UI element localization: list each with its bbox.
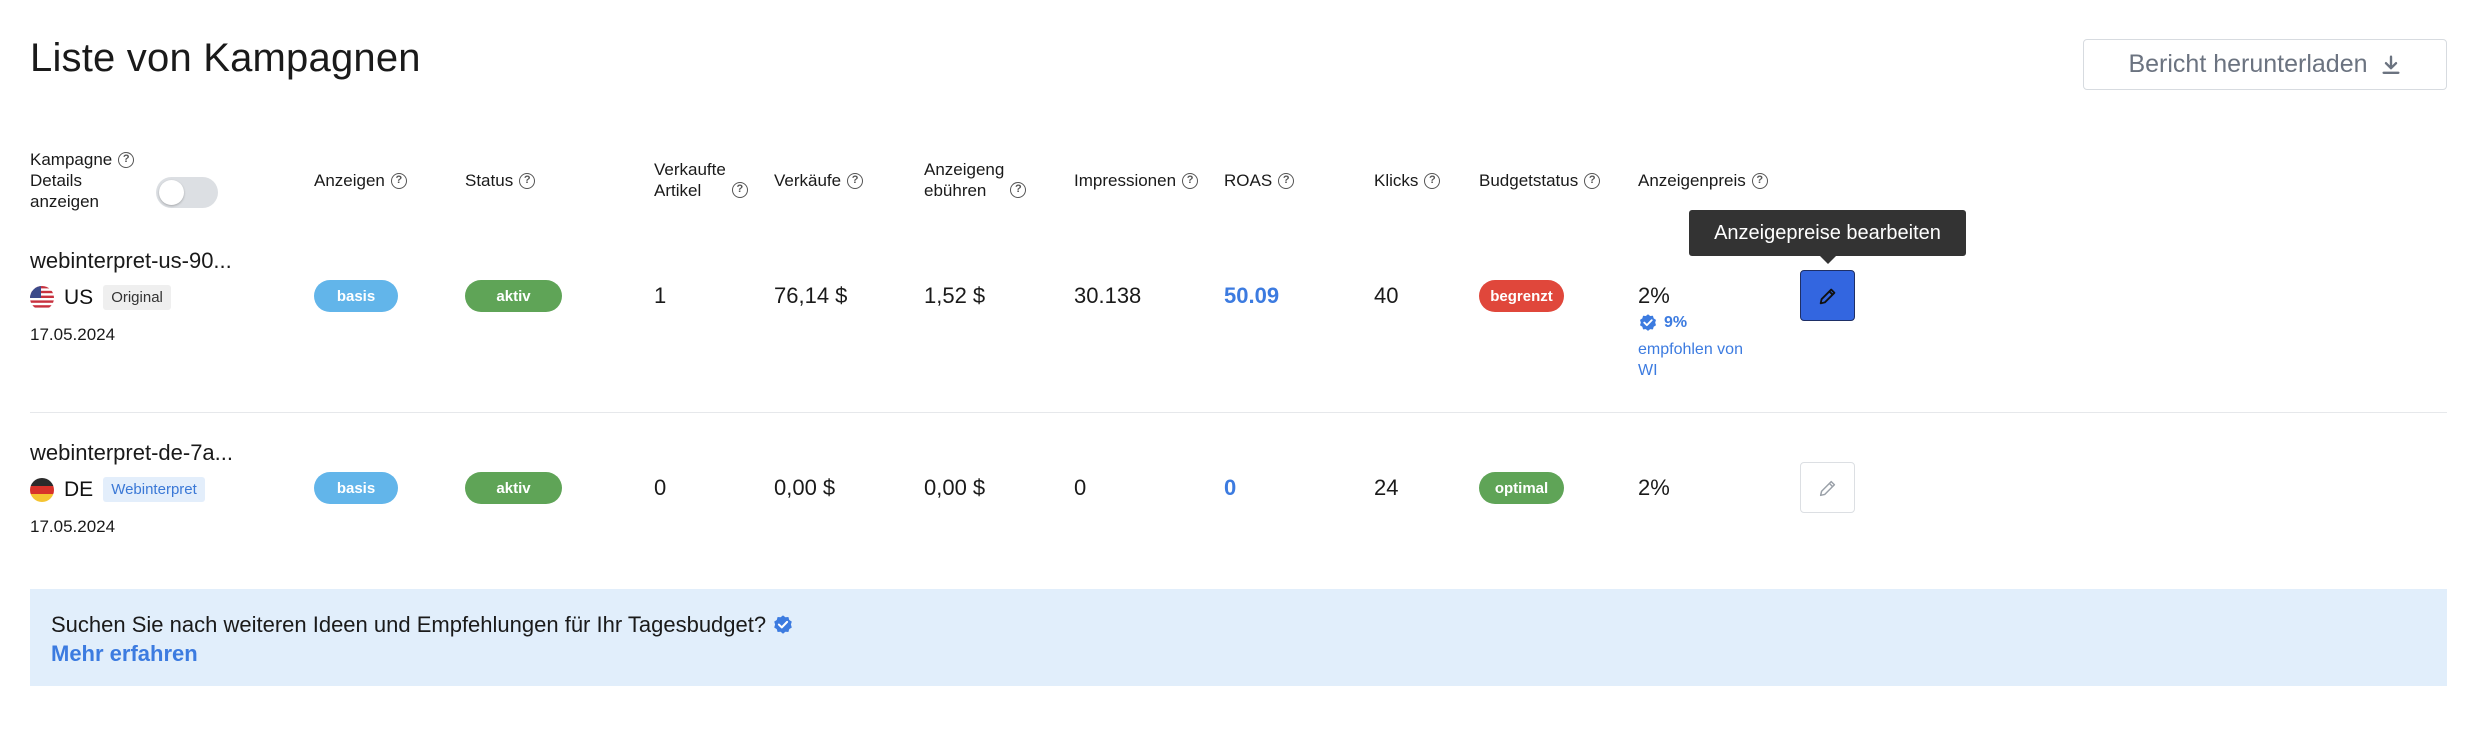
column-header-verkaufte-artikel: Verkaufte Artikel ? <box>654 159 748 201</box>
column-header-kampagne: Kampagne ? <box>30 149 135 170</box>
country-code: DE <box>64 477 94 501</box>
details-toggle[interactable] <box>156 177 218 208</box>
sold-items-value: 0 <box>654 475 667 500</box>
help-icon[interactable]: ? <box>1751 172 1768 189</box>
column-header-klicks: Klicks ? <box>1374 170 1441 191</box>
column-header-verkaufte-line2: Artikel <box>654 181 702 200</box>
column-header-klicks-label: Klicks <box>1374 171 1419 190</box>
campaign-type-tag: Webinterpret <box>103 477 205 502</box>
help-icon[interactable]: ? <box>847 172 864 189</box>
column-header-anzeigenpreis-label: Anzeigenpreis <box>1638 171 1746 190</box>
campaign-date: 17.05.2024 <box>30 517 116 536</box>
download-report-button[interactable]: Bericht herunterladen <box>2083 39 2447 90</box>
impressions-value: 30.138 <box>1074 283 1142 308</box>
fees-value: 0,00 $ <box>924 475 986 500</box>
country-code: US <box>64 285 94 309</box>
details-label-line1: Details <box>30 171 82 190</box>
row-divider <box>30 412 2447 413</box>
column-header-impressionen: Impressionen ? <box>1074 170 1199 191</box>
column-header-budgetstatus-label: Budgetstatus <box>1479 171 1579 190</box>
help-icon[interactable]: ? <box>1182 172 1199 189</box>
column-header-verkaeufe-label: Verkäufe <box>774 171 842 190</box>
column-header-impressionen-label: Impressionen <box>1074 171 1177 190</box>
help-icon[interactable]: ? <box>1278 172 1295 189</box>
de-flag-icon <box>30 477 54 502</box>
column-header-anzeigen-label: Anzeigen <box>314 171 385 190</box>
tooltip-arrow <box>1819 255 1837 264</box>
details-label-line2: anzeigen <box>30 192 100 211</box>
verified-check-icon <box>774 615 792 634</box>
column-header-kampagne-label: Kampagne <box>30 150 113 169</box>
tooltip-text: Anzeigepreise bearbeiten <box>1714 221 1941 244</box>
column-header-anzeigen: Anzeigen ? <box>314 170 407 191</box>
banner-text-line: Suchen Sie nach weiteren Ideen und Empfe… <box>51 612 794 638</box>
roas-value: 0 <box>1224 475 1237 500</box>
clicks-value: 40 <box>1374 283 1399 308</box>
status-badge: aktiv <box>465 280 562 312</box>
campaign-date: 17.05.2024 <box>30 325 116 344</box>
pencil-icon <box>1819 288 1835 304</box>
help-icon[interactable]: ? <box>1010 182 1027 198</box>
details-toggle-label: Details anzeigen <box>30 170 99 212</box>
column-header-status-label: Status <box>465 171 514 190</box>
column-header-verkaufte-line1: Verkaufte <box>654 160 726 179</box>
recommended-price: 9% empfohlen von WI <box>1638 312 1743 381</box>
column-header-gebuehren-line2: ebühren <box>924 181 987 200</box>
page-title: Liste von Kampagnen <box>30 36 421 80</box>
budget-status-badge: begrenzt <box>1479 280 1564 312</box>
column-header-roas-label: ROAS <box>1224 171 1273 190</box>
column-header-anzeigengebuehren: Anzeigeng ebühren ? <box>924 159 1027 201</box>
recommended-percent-value: 9% <box>1664 314 1688 331</box>
campaign-country: US Original <box>30 285 171 310</box>
sales-value: 76,14 $ <box>774 283 848 308</box>
edit-ad-price-button[interactable] <box>1800 270 1855 321</box>
roas-value: 50.09 <box>1224 283 1280 308</box>
status-badge: aktiv <box>465 472 562 504</box>
us-flag-icon <box>30 285 54 310</box>
pencil-icon <box>1819 480 1835 496</box>
recommended-by-line1: empfohlen von <box>1638 341 1743 358</box>
sales-value: 0,00 $ <box>774 475 836 500</box>
download-report-label: Bericht herunterladen <box>2128 50 2368 78</box>
column-header-status: Status ? <box>465 170 536 191</box>
column-header-budgetstatus: Budgetstatus ? <box>1479 170 1601 191</box>
impressions-value: 0 <box>1074 475 1087 500</box>
learn-more-link[interactable]: Mehr erfahren <box>51 641 198 667</box>
column-header-gebuehren-line1: Anzeigeng <box>924 160 1005 179</box>
ads-badge: basis <box>314 280 398 312</box>
clicks-value: 24 <box>1374 475 1399 500</box>
campaign-name[interactable]: webinterpret-us-90... <box>30 248 232 274</box>
sold-items-value: 1 <box>654 283 667 308</box>
recommended-percent: 9% <box>1638 312 1743 333</box>
verified-check-icon <box>1640 313 1656 331</box>
budget-status-badge: optimal <box>1479 472 1564 504</box>
edit-price-tooltip: Anzeigepreise bearbeiten <box>1689 210 1966 264</box>
help-icon[interactable]: ? <box>1424 172 1441 189</box>
banner-text: Suchen Sie nach weiteren Ideen und Empfe… <box>51 612 767 637</box>
column-header-roas: ROAS ? <box>1224 170 1295 191</box>
info-banner: Suchen Sie nach weiteren Ideen und Empfe… <box>30 589 2447 686</box>
campaign-country: DE Webinterpret <box>30 477 205 502</box>
ads-badge: basis <box>314 472 398 504</box>
recommended-by-line2: WI <box>1638 362 1658 379</box>
ad-price-value: 2% <box>1638 283 1670 308</box>
help-icon[interactable]: ? <box>519 172 536 189</box>
ad-price-value: 2% <box>1638 475 1670 500</box>
column-header-verkaeufe: Verkäufe ? <box>774 170 864 191</box>
help-icon[interactable]: ? <box>390 172 407 189</box>
toggle-knob <box>159 180 184 205</box>
campaign-name[interactable]: webinterpret-de-7a... <box>30 440 233 466</box>
fees-value: 1,52 $ <box>924 283 986 308</box>
help-icon[interactable]: ? <box>118 151 135 168</box>
edit-ad-price-button[interactable] <box>1800 462 1855 513</box>
column-header-anzeigenpreis: Anzeigenpreis ? <box>1638 170 1768 191</box>
help-icon[interactable]: ? <box>731 182 748 198</box>
help-icon[interactable]: ? <box>1584 172 1601 189</box>
download-icon <box>2381 55 2400 74</box>
campaign-type-tag: Original <box>103 285 171 310</box>
